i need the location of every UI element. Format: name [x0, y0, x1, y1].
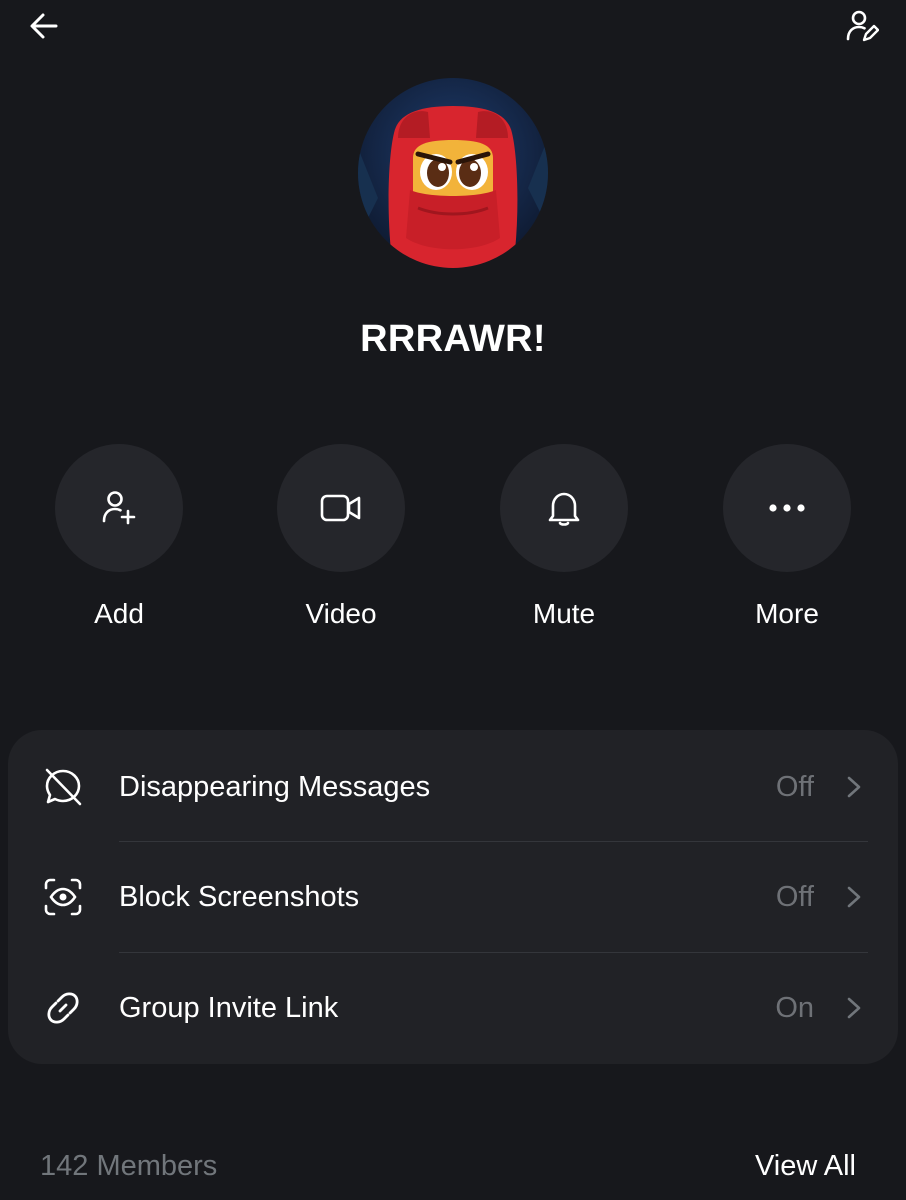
link-icon [38, 983, 88, 1033]
group-info-screen: RRRAWR! Add Video Mute More Disappearing… [0, 0, 906, 1200]
arrow-left-icon [30, 13, 58, 39]
action-bar: Add Video Mute More [0, 444, 906, 644]
chevron-right-icon [842, 885, 866, 909]
video-circle[interactable] [277, 444, 405, 572]
screenshot-block-icon [38, 872, 88, 922]
settings-card: Disappearing Messages Off Block Screensh… [8, 730, 898, 1064]
disappearing-messages-row[interactable]: Disappearing Messages Off [8, 732, 898, 842]
video-call-button[interactable]: Video [251, 444, 431, 630]
add-member-button[interactable]: Add [29, 444, 209, 630]
disappearing-messages-value: Off [775, 770, 814, 803]
block-screenshots-label: Block Screenshots [119, 880, 360, 913]
back-button[interactable] [14, 0, 74, 56]
add-person-icon [102, 491, 136, 525]
red-hooded-ninja-avatar [358, 78, 548, 268]
block-screenshots-value: Off [775, 880, 814, 913]
members-count: 142 Members [40, 1150, 218, 1182]
more-button[interactable]: More [697, 444, 877, 630]
chevron-right-icon [842, 996, 866, 1020]
mute-circle[interactable] [500, 444, 628, 572]
add-member-circle[interactable] [55, 444, 183, 572]
bell-icon [548, 492, 580, 526]
view-all-members-link[interactable]: View All [755, 1150, 856, 1183]
group-invite-link-row[interactable]: Group Invite Link On [8, 953, 898, 1063]
person-edit-icon [846, 10, 879, 42]
more-dots-icon [769, 504, 805, 512]
group-name: RRRAWR! [360, 318, 546, 360]
disappearing-message-icon [38, 762, 88, 812]
mute-button[interactable]: Mute [474, 444, 654, 630]
chevron-right-icon [842, 775, 866, 799]
video-camera-icon [320, 494, 361, 522]
disappearing-messages-label: Disappearing Messages [119, 770, 431, 803]
video-label: Video [305, 598, 377, 629]
group-invite-link-value: On [775, 991, 814, 1024]
group-avatar[interactable] [358, 78, 548, 268]
mute-label: Mute [532, 598, 596, 629]
block-screenshots-row[interactable]: Block Screenshots Off [8, 842, 898, 952]
group-invite-link-label: Group Invite Link [119, 991, 339, 1024]
add-label: Add [94, 598, 144, 629]
more-circle[interactable] [723, 444, 851, 572]
more-label: More [755, 598, 819, 629]
edit-group-button[interactable] [832, 0, 892, 56]
